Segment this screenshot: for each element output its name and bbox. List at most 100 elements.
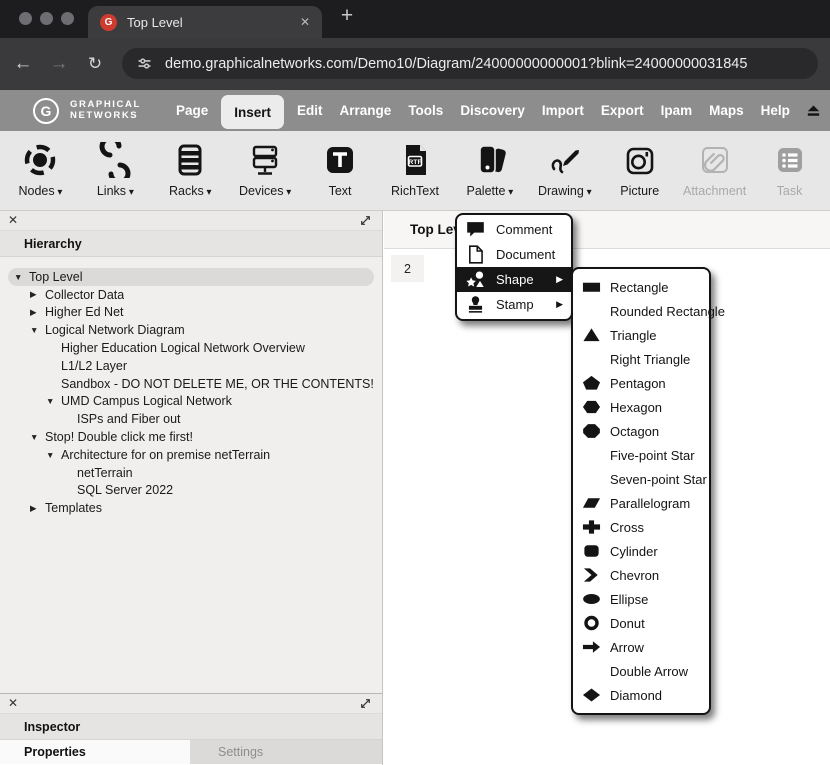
tree-item-stop-double-click-me-first[interactable]: ▼Stop! Double click me first! [8, 428, 374, 446]
tool-racks[interactable]: Racks ▾ [153, 131, 228, 210]
window-close-button[interactable] [19, 12, 32, 25]
collapse-icon[interactable]: ▼ [30, 432, 45, 442]
tree-item-top-level[interactable]: ▼Top Level [8, 268, 374, 286]
document-icon [465, 244, 486, 265]
collapse-icon[interactable]: ▼ [46, 450, 61, 460]
shape-icon [465, 269, 486, 290]
tree-item-label: ISPs and Fiber out [77, 412, 181, 426]
insert-menu-item-document[interactable]: Document [457, 242, 571, 267]
shape-item-ellipse[interactable]: Ellipse [573, 587, 709, 611]
tool-drawing[interactable]: Drawing ▾ [527, 131, 602, 210]
close-panel-button[interactable]: ✕ [8, 213, 18, 227]
shape-item-five-point-star[interactable]: Five-point Star [573, 443, 709, 467]
shape-item-pentagon[interactable]: Pentagon [573, 371, 709, 395]
tree-item-collector-data[interactable]: ▶Collector Data [8, 286, 374, 304]
tool-text[interactable]: Text [303, 131, 378, 210]
collapse-icon[interactable]: ▼ [30, 325, 45, 335]
reload-icon[interactable]: ↻ [80, 38, 110, 90]
shape-item-cross[interactable]: Cross [573, 515, 709, 539]
shape-item-double-arrow[interactable]: Double Arrow [573, 659, 709, 683]
ribbon-tools: Nodes ▾ Links ▾Racks ▾Devices ▾TextRTFRic… [0, 131, 830, 211]
menu-item-export[interactable]: Export [597, 90, 648, 131]
cross-icon [582, 519, 601, 535]
blank-icon [582, 351, 601, 367]
shape-item-arrow[interactable]: Arrow [573, 635, 709, 659]
tool-devices[interactable]: Devices ▾ [228, 131, 303, 210]
submenu-arrow-icon: ▶ [556, 299, 563, 310]
menu-item-insert[interactable]: Insert [221, 95, 284, 129]
site-settings-icon[interactable] [136, 55, 153, 72]
menu-item-help[interactable]: Help [757, 90, 794, 131]
tree-item-sandbox-do-not-delete-me-or-the-contents[interactable]: Sandbox - DO NOT DELETE ME, OR THE CONTE… [8, 375, 374, 393]
caret-down-icon: ▾ [55, 187, 63, 198]
close-inspector-button[interactable]: ✕ [8, 696, 18, 710]
racks-icon [172, 140, 208, 180]
shape-item-label: Pentagon [610, 376, 666, 391]
expand-panel-icon[interactable] [359, 214, 372, 227]
shape-item-octagon[interactable]: Octagon [573, 419, 709, 443]
collapse-icon[interactable]: ▼ [14, 272, 29, 282]
tree-item-architecture-for-on-premise-netterrain[interactable]: ▼Architecture for on premise netTerrain [8, 446, 374, 464]
shape-item-rounded-rectangle[interactable]: Rounded Rectangle [573, 299, 709, 323]
menu-item-discovery[interactable]: Discovery [456, 90, 529, 131]
tool-label: Nodes ▾ [18, 184, 62, 198]
address-bar[interactable]: demo.graphicalnetworks.com/Demo10/Diagra… [122, 48, 818, 79]
shape-item-rectangle[interactable]: Rectangle [573, 275, 709, 299]
tree-item-umd-campus-logical-network[interactable]: ▼UMD Campus Logical Network [8, 393, 374, 411]
tab-close-icon[interactable]: ✕ [300, 15, 310, 29]
tab-properties[interactable]: Properties [0, 740, 190, 764]
tree-item-label: Higher Ed Net [45, 305, 124, 319]
insert-menu-item-shape[interactable]: Shape▶ [457, 267, 571, 292]
tree-item-sql-server-2022[interactable]: SQL Server 2022 [8, 482, 374, 500]
insert-menu-item-comment[interactable]: Comment [457, 217, 571, 242]
back-icon[interactable]: ← [8, 38, 38, 90]
tool-links[interactable]: Links ▾ [78, 131, 153, 210]
tree-item-label: UMD Campus Logical Network [61, 394, 232, 408]
collapse-icon[interactable]: ▼ [46, 396, 61, 406]
tool-picture[interactable]: Picture [602, 131, 677, 210]
shape-item-hexagon[interactable]: Hexagon [573, 395, 709, 419]
menu-item-ipam[interactable]: Ipam [657, 90, 697, 131]
menu-item-tools[interactable]: Tools [404, 90, 447, 131]
tree-item-netterrain[interactable]: netTerrain [8, 464, 374, 482]
tree-item-label: L1/L2 Layer [61, 359, 127, 373]
expand-icon[interactable]: ▶ [30, 307, 45, 318]
tree-item-higher-ed-net[interactable]: ▶Higher Ed Net [8, 304, 374, 322]
shape-item-right-triangle[interactable]: Right Triangle [573, 347, 709, 371]
window-minimize-button[interactable] [40, 12, 53, 25]
menu-item-import[interactable]: Import [538, 90, 588, 131]
tool-richtext[interactable]: RTFRichText [378, 131, 453, 210]
shape-item-cylinder[interactable]: Cylinder [573, 539, 709, 563]
shape-item-triangle[interactable]: Triangle [573, 323, 709, 347]
tree-item-logical-network-diagram[interactable]: ▼Logical Network Diagram [8, 321, 374, 339]
tree-item-higher-education-logical-network-overview[interactable]: Higher Education Logical Network Overvie… [8, 339, 374, 357]
eject-icon[interactable] [805, 102, 822, 119]
submenu-arrow-icon: ▶ [556, 274, 563, 285]
expand-inspector-icon[interactable] [359, 697, 372, 710]
shape-item-diamond[interactable]: Diamond [573, 683, 709, 707]
brand-logo-icon: G [33, 98, 59, 124]
insert-menu-item-stamp[interactable]: Stamp▶ [457, 292, 571, 317]
shape-item-label: Rectangle [610, 280, 669, 295]
caret-down-icon: ▾ [584, 187, 592, 198]
menu-item-arrange[interactable]: Arrange [336, 90, 396, 131]
shape-item-seven-point-star[interactable]: Seven-point Star [573, 467, 709, 491]
menu-item-edit[interactable]: Edit [293, 90, 327, 131]
tree-item-l1-l2-layer[interactable]: L1/L2 Layer [8, 357, 374, 375]
shape-item-donut[interactable]: Donut [573, 611, 709, 635]
tool-nodes[interactable]: Nodes ▾ [3, 131, 78, 210]
new-tab-button[interactable]: + [334, 4, 360, 28]
caret-down-icon: ▾ [126, 187, 134, 198]
menu-item-page[interactable]: Page [172, 90, 212, 131]
expand-icon[interactable]: ▶ [30, 503, 45, 514]
tab-settings[interactable]: Settings [190, 740, 382, 764]
menu-item-maps[interactable]: Maps [705, 90, 748, 131]
tree-item-templates[interactable]: ▶Templates [8, 499, 374, 517]
shape-item-parallelogram[interactable]: Parallelogram [573, 491, 709, 515]
tree-item-isps-and-fiber-out[interactable]: ISPs and Fiber out [8, 410, 374, 428]
window-zoom-button[interactable] [61, 12, 74, 25]
browser-tab[interactable]: G Top Level ✕ [88, 6, 322, 38]
expand-icon[interactable]: ▶ [30, 289, 45, 300]
shape-item-chevron[interactable]: Chevron [573, 563, 709, 587]
tool-palette[interactable]: Palette ▾ [452, 131, 527, 210]
